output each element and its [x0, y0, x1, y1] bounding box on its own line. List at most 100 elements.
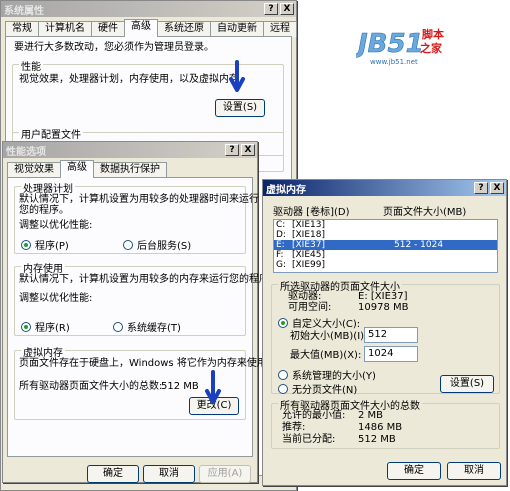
- radio-label: 程序(P): [35, 241, 69, 252]
- radio-label: 程序(R): [35, 323, 70, 334]
- help-button[interactable]: ?: [264, 3, 278, 15]
- currently-allocated-value: 512 MB: [358, 434, 396, 445]
- jb51-watermark-logo: JB51 脚本 之家 www.jb51.net: [353, 24, 456, 68]
- max-size-input[interactable]: 1024: [364, 346, 418, 362]
- selected-drive-group: 所选驱动器的页面文件大小 驱动器: E: [XIE37] 可用空间: 10978…: [271, 278, 500, 396]
- radio-selected-icon: [21, 321, 31, 332]
- window-title: 虚拟内存: [266, 184, 306, 196]
- help-button[interactable]: ?: [474, 182, 488, 194]
- custom-size-radio[interactable]: 自定义大小(C):: [278, 315, 360, 330]
- drive-label: [XIE13]: [292, 220, 325, 230]
- tab-remote[interactable]: 远程: [263, 21, 297, 37]
- cancel-button[interactable]: 取消: [143, 465, 195, 483]
- no-paging-file-radio[interactable]: 无分页文件(N): [278, 381, 357, 396]
- tab-hardware[interactable]: 硬件: [91, 21, 125, 37]
- drive-label: [XIE99]: [292, 260, 325, 270]
- close-button[interactable]: X: [280, 3, 294, 15]
- close-button[interactable]: X: [241, 144, 255, 156]
- drive-label: [XIE37]: [292, 240, 325, 250]
- drive-label: [XIE45]: [292, 250, 325, 260]
- logo-graphic: JB51 脚本 之家 www.jb51.net: [353, 27, 444, 66]
- virtual-memory-titlebar: 虚拟内存 ? X: [263, 180, 506, 196]
- virtual-memory-window: 虚拟内存 ? X 驱动器 [卷标](D) 页面文件大小(MB) C: [XIE13…: [262, 179, 507, 486]
- user-profile-group-title: 用户配置文件: [19, 126, 83, 141]
- radio-label: 系统缓存(T): [127, 323, 181, 334]
- drive-label: [XIE18]: [292, 230, 325, 240]
- down-arrow-icon: [229, 60, 245, 92]
- memory-programs-radio[interactable]: 程序(R): [21, 319, 70, 334]
- list-item[interactable]: D: [XIE18]: [274, 230, 497, 240]
- recommended-label: 推荐:: [282, 422, 306, 433]
- ok-button[interactable]: 确定: [387, 462, 441, 480]
- tab-auto-update[interactable]: 自动更新: [210, 21, 264, 37]
- radio-unselected-icon: [278, 383, 288, 394]
- cancel-button[interactable]: 取消: [447, 462, 501, 480]
- virtual-memory-title: 虚拟内存: [21, 344, 65, 359]
- drive-list[interactable]: C: [XIE13] D: [XIE18] E: [XIE37] 512 - 1024 …: [273, 219, 498, 273]
- processor-scheduling-group: 处理器计划 默认情况下，计算机设置为用较多的处理器时间来运行 您的程序。 调整以…: [14, 180, 259, 254]
- radio-selected-icon: [21, 239, 31, 250]
- help-button[interactable]: ?: [225, 144, 239, 156]
- memory-system-cache-radio[interactable]: 系统缓存(T): [113, 319, 181, 334]
- initial-size-input[interactable]: 512: [364, 327, 418, 343]
- processor-scheduling-title: 处理器计划: [21, 180, 75, 195]
- tab-system-restore[interactable]: 系统还原: [157, 21, 211, 37]
- performance-group-title: 性能: [19, 58, 43, 73]
- tab-general[interactable]: 常规: [5, 21, 39, 37]
- initial-size-label: 初始大小(MB)(I):: [290, 331, 368, 342]
- memory-usage-group: 内存使用 默认情况下，计算机设置为用较多的内存来运行您的程序。 调整以优化性能:…: [14, 260, 279, 336]
- set-button[interactable]: 设置(S): [440, 375, 494, 393]
- tab-advanced[interactable]: 高级: [124, 19, 158, 37]
- scheduling-desc-line2: 您的程序。: [19, 205, 69, 216]
- scheduling-background-radio[interactable]: 后台服务(S): [123, 237, 191, 252]
- radio-label: 自定义大小(C):: [292, 319, 361, 330]
- list-item[interactable]: F: [XIE45]: [274, 250, 497, 260]
- scheduling-adjust-label: 调整以优化性能:: [19, 220, 93, 231]
- tab-dep[interactable]: 数据执行保护: [93, 162, 167, 178]
- system-properties-titlebar: 系统属性 ? X: [1, 1, 296, 17]
- memory-desc-line1: 默认情况下，计算机设置为用较多的内存来运行您的程序。: [19, 274, 279, 285]
- radio-label: 后台服务(S): [137, 241, 192, 252]
- radio-label: 无分页文件(N): [292, 385, 358, 396]
- size-column-header: 页面文件大小(MB): [383, 207, 467, 218]
- system-managed-radio[interactable]: 系统管理的大小(Y): [278, 367, 376, 382]
- vm-total-label: 所有驱动器页面文件大小的总数:: [19, 381, 163, 392]
- performance-settings-button[interactable]: 设置(S): [215, 99, 265, 117]
- space-label: 可用空间:: [288, 302, 332, 313]
- vm-desc: 页面文件存在于硬盘上，Windows 将它作为内存来使用。: [19, 358, 277, 369]
- currently-allocated-label: 当前已分配:: [282, 434, 336, 445]
- list-item[interactable]: G: [XIE99]: [274, 260, 497, 270]
- total-size-group: 所有驱动器页面文件大小的总数 允许的最小值: 2 MB 推荐: 1486 MB …: [271, 397, 500, 449]
- tab-visual-effects[interactable]: 视觉效果: [7, 162, 61, 178]
- min-allowed-label: 允许的最小值:: [282, 410, 346, 421]
- radio-selected-icon: [278, 317, 288, 328]
- space-value: 10978 MB: [358, 302, 409, 313]
- memory-usage-title: 内存使用: [21, 260, 65, 275]
- list-item-selected[interactable]: E: [XIE37] 512 - 1024: [274, 240, 497, 250]
- apply-button[interactable]: 应用(A): [199, 465, 251, 483]
- radio-label: 系统管理的大小(Y): [292, 371, 376, 382]
- admin-note: 要进行大多数改动，您必须作为管理员登录。: [14, 42, 214, 53]
- performance-desc: 视觉效果，处理器计划，内存使用，以及虚拟内存: [19, 74, 239, 85]
- min-allowed-value: 2 MB: [358, 410, 384, 421]
- max-size-label: 最大值(MB)(X):: [290, 350, 362, 361]
- memory-adjust-label: 调整以优化性能:: [19, 293, 93, 304]
- svg-text:JB51: JB51: [356, 29, 424, 59]
- drive-size: 512 - 1024: [394, 240, 444, 250]
- ok-button[interactable]: 确定: [87, 465, 139, 483]
- window-title: 性能选项: [6, 146, 46, 158]
- perf-advanced-panel: 处理器计划 默认情况下，计算机设置为用较多的处理器时间来运行 您的程序。 调整以…: [7, 177, 279, 457]
- tab-advanced[interactable]: 高级: [60, 160, 94, 178]
- performance-options-window: 性能选项 ? X 视觉效果 高级 数据执行保护 处理器计划 默认情况下，计算机设…: [2, 141, 279, 483]
- tab-computer-name[interactable]: 计算机名: [38, 21, 92, 37]
- scheduling-programs-radio[interactable]: 程序(P): [21, 237, 69, 252]
- vm-total-value: 512 MB: [161, 381, 199, 392]
- close-button[interactable]: X: [490, 182, 504, 194]
- svg-text:www.jb51.net: www.jb51.net: [370, 58, 418, 66]
- svg-text:脚本: 脚本: [422, 27, 444, 41]
- down-arrow-icon: [205, 370, 221, 404]
- radio-unselected-icon: [123, 239, 133, 250]
- radio-unselected-icon: [113, 321, 123, 332]
- performance-options-titlebar: 性能选项 ? X: [3, 142, 257, 158]
- list-item[interactable]: C: [XIE13]: [274, 220, 497, 230]
